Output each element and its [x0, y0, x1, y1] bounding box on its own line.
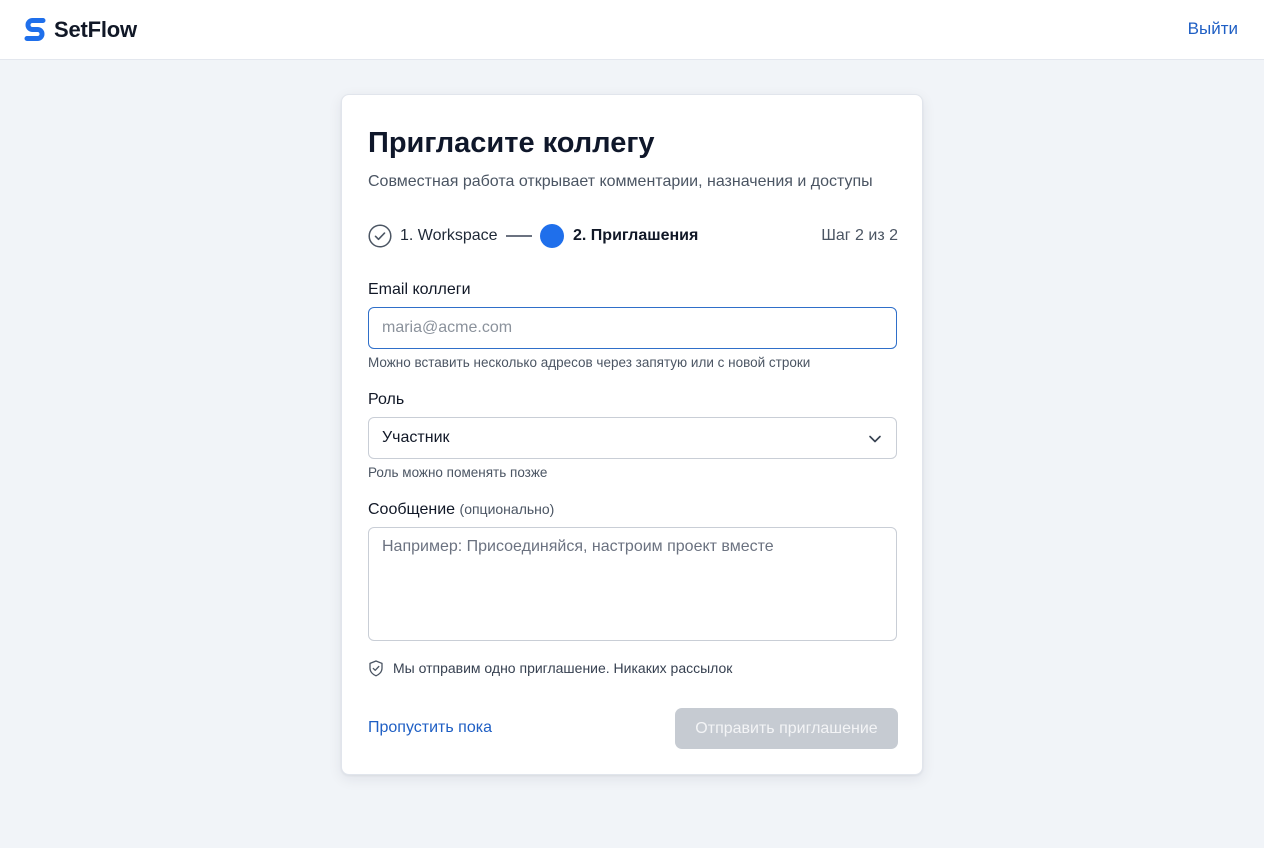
- page-subtitle: Совместная работа открывает комментарии,…: [368, 173, 873, 190]
- role-select[interactable]: Участник: [368, 417, 897, 459]
- optional-label: (опционально): [459, 501, 555, 517]
- step-workspace-label: 1. Workspace: [400, 227, 498, 244]
- message-label-text: Сообщение: [368, 501, 456, 518]
- send-invite-button[interactable]: Отправить приглашение: [675, 708, 898, 749]
- email-label: Email коллеги: [368, 281, 471, 298]
- role-selected-value: Участник: [382, 429, 450, 446]
- active-step-dot-icon: [540, 224, 564, 248]
- app-logo[interactable]: SetFlow: [24, 16, 137, 44]
- step-invites-label: 2. Приглашения: [573, 227, 699, 244]
- role-label: Роль: [368, 391, 405, 408]
- logout-link[interactable]: Выйти: [1188, 19, 1238, 39]
- check-circle-icon: [368, 224, 392, 248]
- privacy-text: Мы отправим одно приглашение. Никаких ра…: [393, 660, 733, 676]
- email-hint: Можно вставить несколько адресов через з…: [368, 355, 811, 370]
- skip-link[interactable]: Пропустить пока: [368, 719, 492, 737]
- email-input[interactable]: [368, 307, 897, 349]
- role-hint: Роль можно поменять позже: [368, 465, 548, 480]
- top-bar: SetFlow Выйти: [0, 0, 1264, 60]
- shield-check-icon: [369, 660, 383, 677]
- stepper: 1. Workspace 2. Приглашения Шаг 2 из 2: [368, 222, 898, 250]
- message-label: Сообщение (опционально): [368, 501, 554, 519]
- app-name: SetFlow: [54, 17, 137, 42]
- message-textarea[interactable]: [368, 527, 897, 641]
- setflow-logo-icon: [24, 18, 46, 41]
- step-counter: Шаг 2 из 2: [821, 227, 898, 244]
- invite-card: Пригласите коллегу Совместная работа отк…: [341, 94, 923, 775]
- step-connector: [506, 235, 532, 237]
- chevron-down-icon: [869, 435, 881, 443]
- page-title: Пригласите коллегу: [368, 127, 655, 159]
